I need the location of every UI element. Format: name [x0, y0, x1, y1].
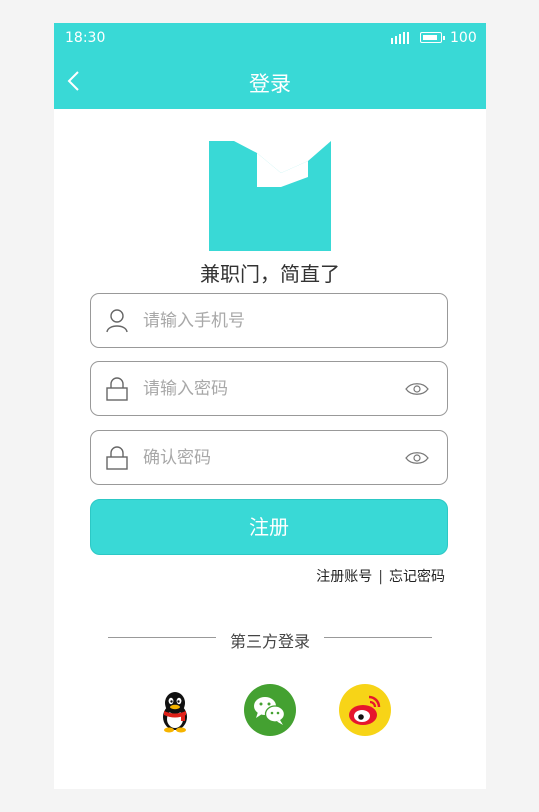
user-icon [106, 309, 128, 333]
weibo-icon[interactable] [338, 683, 392, 737]
qq-icon[interactable] [148, 683, 202, 737]
eye-icon[interactable] [405, 450, 429, 466]
eye-icon[interactable] [405, 381, 429, 397]
signal-bars-icon [391, 32, 409, 44]
wechat-icon[interactable] [243, 683, 297, 737]
status-bar: 18:30 100 [54, 23, 486, 53]
status-time: 18:30 [65, 30, 106, 46]
phone-input[interactable] [143, 307, 393, 335]
brand-slogan: 兼职门，简直了 [200, 262, 340, 286]
account-links: 注册账号 | 忘记密码 [316, 566, 445, 586]
confirm-password-field[interactable] [90, 430, 448, 485]
page-title: 登录 [249, 72, 291, 96]
phone-field[interactable] [90, 293, 448, 348]
third-party-label: 第三方登录 [229, 632, 310, 651]
battery-level: 100 [450, 30, 477, 46]
link-separator: | [378, 569, 383, 585]
battery-icon [420, 32, 445, 43]
register-button[interactable]: 注册 [90, 499, 448, 555]
confirm-password-input[interactable] [143, 444, 393, 472]
phone-screen: 18:30 100 登录 兼职门，简直了 请输入手机号 注册 注册账号 | 忘记… [54, 23, 486, 789]
register-account-link[interactable]: 注册账号 [316, 569, 372, 585]
nav-bar: 登录 [54, 53, 486, 109]
lock-icon [106, 377, 128, 401]
m-logo-icon [209, 141, 331, 251]
forgot-password-link[interactable]: 忘记密码 [389, 569, 445, 585]
password-input[interactable] [143, 375, 393, 403]
password-field[interactable] [90, 361, 448, 416]
lock-icon [106, 446, 128, 470]
